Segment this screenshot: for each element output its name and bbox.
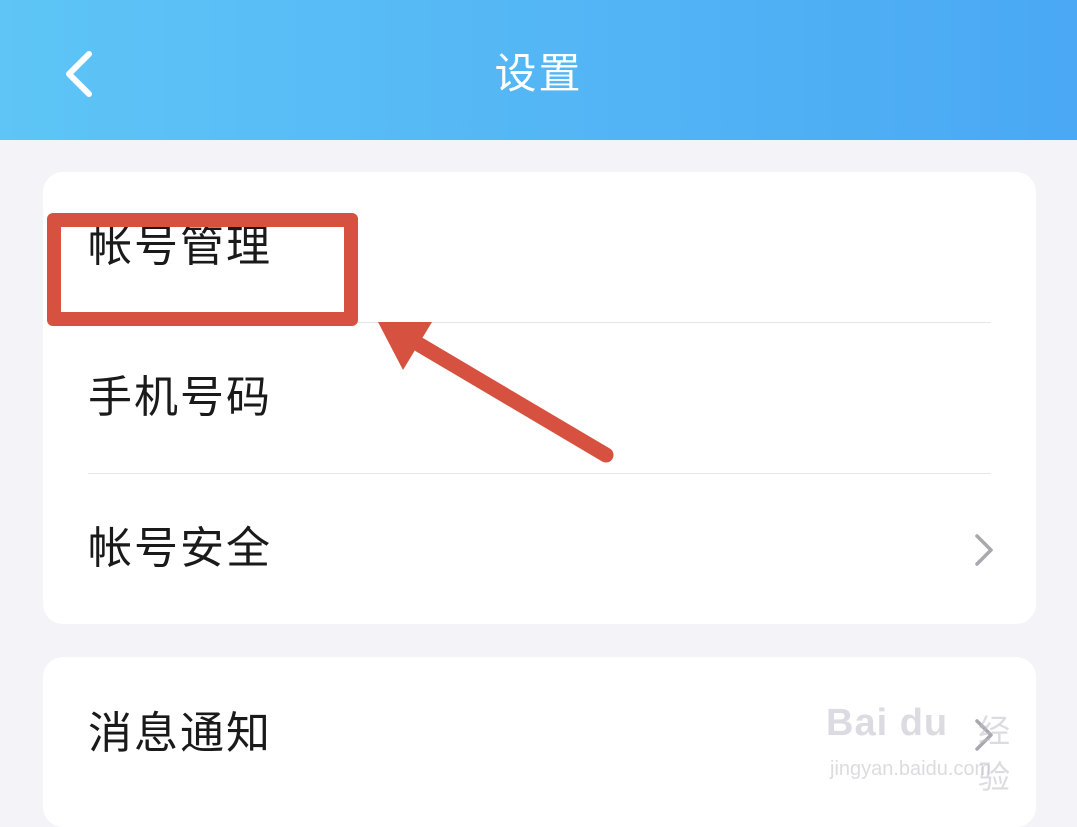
chevron-left-icon xyxy=(66,51,92,97)
settings-item-label: 消息通知 xyxy=(88,708,272,759)
chevron-right-icon xyxy=(975,719,993,751)
settings-group-account: 帐号管理 手机号码 帐号安全 xyxy=(43,172,1036,624)
settings-item-label: 帐号安全 xyxy=(88,523,272,574)
back-button[interactable] xyxy=(48,40,108,108)
settings-item-account-management[interactable]: 帐号管理 xyxy=(43,172,1036,322)
settings-item-label: 帐号管理 xyxy=(88,221,272,272)
settings-item-phone-number[interactable]: 手机号码 xyxy=(43,323,1036,473)
settings-group-notifications: 消息通知 xyxy=(43,657,1036,827)
chevron-right-icon xyxy=(975,534,993,566)
settings-item-notifications[interactable]: 消息通知 xyxy=(43,659,1036,809)
settings-item-account-security[interactable]: 帐号安全 xyxy=(43,474,1036,624)
page-title: 设置 xyxy=(494,49,583,98)
settings-item-label: 手机号码 xyxy=(88,372,272,423)
